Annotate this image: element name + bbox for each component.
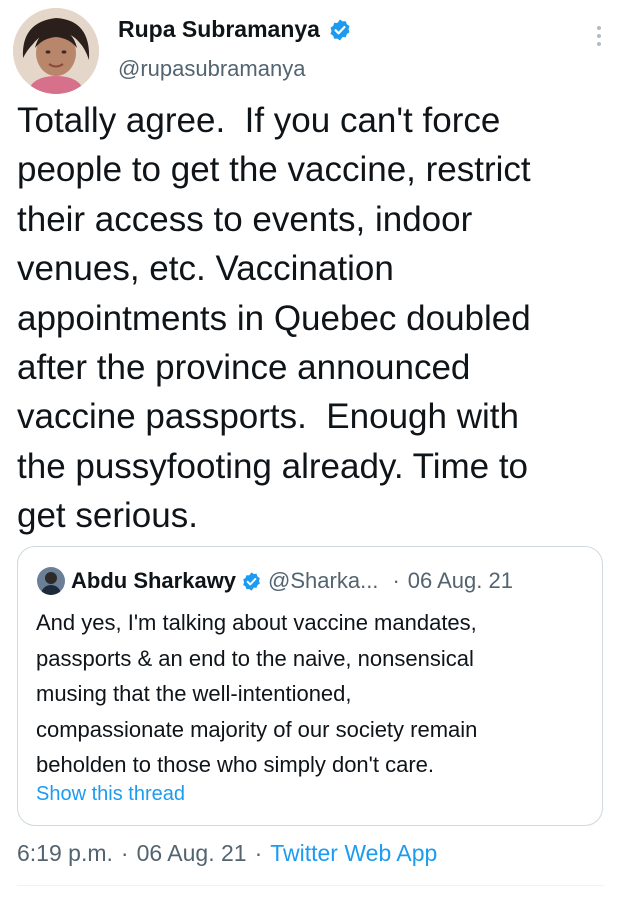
- author-name-row: Rupa Subramanya: [118, 16, 352, 43]
- quoted-tweet-text: And yes, I'm talking about vaccine manda…: [36, 610, 478, 777]
- meta-separator: ·: [120, 840, 129, 866]
- tweet-text: Totally agree. If you can't force people…: [17, 101, 531, 536]
- divider: [17, 885, 604, 886]
- author-handle[interactable]: @rupasubramanya: [118, 56, 305, 82]
- quoted-tweet-card[interactable]: Abdu Sharkawy @Sharka... · 06 Aug. 21 An…: [17, 546, 603, 826]
- more-options-icon[interactable]: [595, 26, 603, 50]
- verified-badge-icon: [330, 19, 350, 40]
- meta-separator: ·: [254, 840, 263, 866]
- show-thread-link[interactable]: Show this thread: [36, 783, 185, 806]
- quoted-verified-badge-icon: [243, 571, 260, 591]
- quoted-tweet-header: Abdu Sharkawy @Sharka... · 06 Aug. 21: [37, 567, 513, 595]
- quoted-separator: ·: [392, 568, 400, 593]
- tweet-card: Rupa Subramanya @rupasubramanya Totally …: [0, 0, 621, 904]
- tweet-date[interactable]: 06 Aug. 21: [137, 840, 247, 866]
- author-avatar-image: [13, 8, 99, 94]
- author-avatar[interactable]: [13, 8, 99, 94]
- tweet-meta: 6:19 p.m. · 06 Aug. 21 · Twitter Web App: [17, 840, 437, 867]
- quoted-tweet-date: 06 Aug. 21: [407, 568, 513, 593]
- tweet-source-link[interactable]: Twitter Web App: [270, 840, 437, 866]
- quoted-author-handle: @Sharka...: [268, 568, 379, 593]
- author-display-name[interactable]: Rupa Subramanya: [118, 16, 320, 43]
- quoted-author-avatar: [37, 567, 65, 595]
- quoted-author-display-name: Abdu Sharkawy: [71, 568, 237, 593]
- tweet-time[interactable]: 6:19 p.m.: [17, 840, 113, 866]
